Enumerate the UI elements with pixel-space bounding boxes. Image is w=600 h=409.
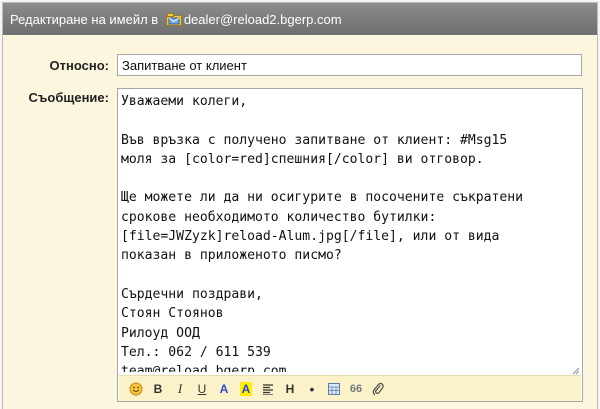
underline-button[interactable]: U [191, 379, 213, 399]
panel-titlebar: Редактиране на имейл в dealer@reload2.bg… [3, 3, 597, 35]
title-prefix: Редактиране на имейл в [10, 11, 162, 27]
editor-toolbar: B I U A A H • 66 [119, 375, 581, 401]
title-email[interactable]: dealer@reload2.bgerp.com [184, 12, 342, 27]
resize-handle-icon[interactable] [572, 363, 580, 375]
text-color-button[interactable]: A [213, 379, 235, 399]
italic-button[interactable]: I [169, 379, 191, 399]
table-icon[interactable] [323, 379, 345, 399]
highlight-button[interactable]: A [235, 379, 257, 399]
subject-input[interactable] [117, 54, 582, 76]
heading-button[interactable]: H [279, 379, 301, 399]
emoji-icon[interactable] [125, 379, 147, 399]
message-textarea[interactable]: Уважаеми колеги, Във връзка с получено з… [121, 92, 579, 372]
highlight-label: A [239, 381, 253, 396]
bullet-list-button[interactable]: • [301, 379, 323, 399]
subject-label: Относно: [49, 58, 109, 73]
align-icon[interactable] [257, 379, 279, 399]
inbox-folder-icon [165, 12, 182, 26]
message-label: Съобщение: [28, 90, 109, 105]
email-edit-panel: Редактиране на имейл в dealer@reload2.bg… [2, 2, 598, 409]
message-editor[interactable]: Уважаеми колеги, Във връзка с получено з… [117, 88, 583, 402]
quote-button[interactable]: 66 [345, 379, 367, 399]
attachment-icon[interactable] [367, 379, 389, 399]
bold-button[interactable]: B [147, 379, 169, 399]
